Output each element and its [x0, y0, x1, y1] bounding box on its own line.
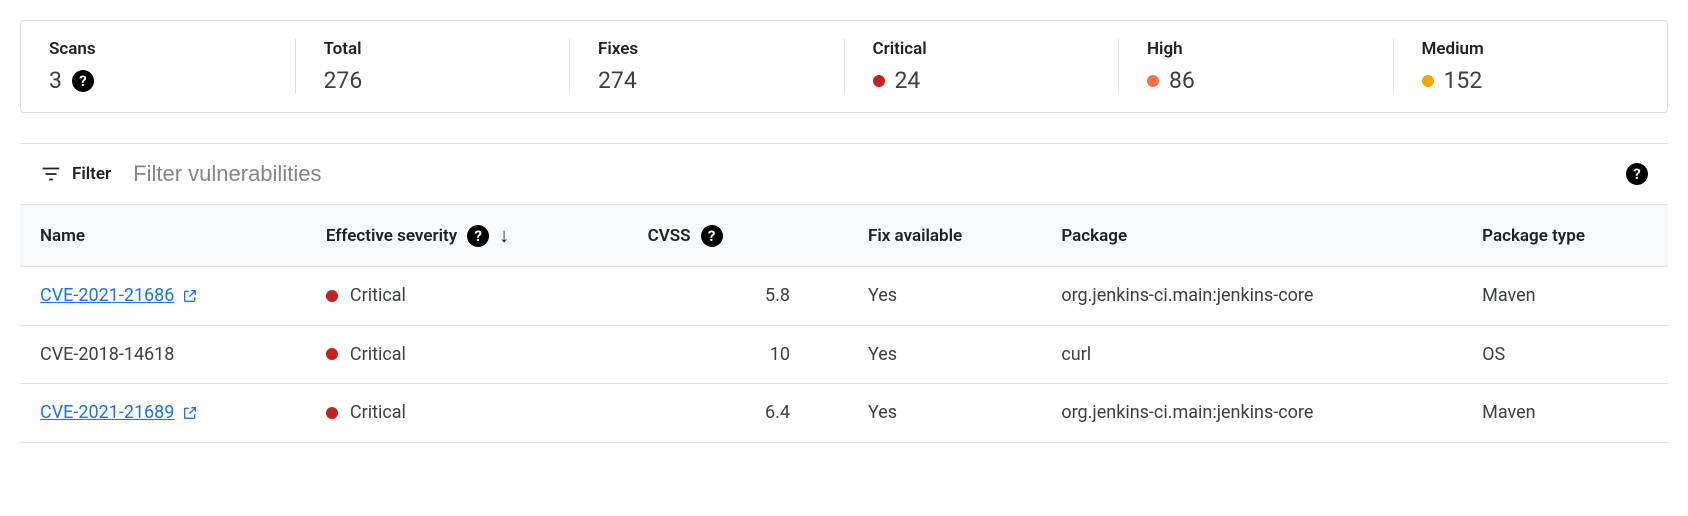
external-link-icon	[182, 288, 198, 304]
filter-bar: Filter ?	[20, 143, 1668, 205]
cve-link[interactable]: CVE-2021-21686	[40, 285, 198, 306]
severity-text: Critical	[350, 344, 406, 365]
severity-dot-icon	[326, 407, 338, 419]
cvss-value: 10	[628, 325, 848, 384]
summary-total-label: Total	[324, 39, 542, 59]
table-row: CVE-2021-21686 Critical 5.8Yesorg.jenkins-…	[20, 267, 1668, 326]
summary-medium: Medium 152	[1394, 39, 1668, 94]
summary-fixes-value: 274	[598, 67, 637, 94]
fix-available: Yes	[848, 384, 1041, 443]
summary-critical: Critical 24	[845, 39, 1120, 94]
summary-medium-value: 152	[1444, 67, 1483, 94]
cve-text: CVE-2018-14618	[40, 344, 174, 365]
col-header-package[interactable]: Package	[1041, 205, 1462, 267]
summary-total: Total 276	[296, 39, 571, 94]
col-header-name[interactable]: Name	[20, 205, 306, 267]
medium-dot-icon	[1422, 75, 1434, 87]
help-icon[interactable]: ?	[72, 70, 94, 92]
table-row: CVE-2021-21689 Critical 6.4Yesorg.jenkins-…	[20, 384, 1668, 443]
col-header-ptype[interactable]: Package type	[1462, 205, 1668, 267]
summary-high: High 86	[1119, 39, 1394, 94]
critical-dot-icon	[873, 75, 885, 87]
summary-scans-value: 3	[49, 67, 62, 94]
summary-medium-label: Medium	[1422, 39, 1640, 59]
summary-card: Scans 3 ? Total 276 Fixes 274 Critical 2…	[20, 20, 1668, 113]
table-header-row: Name Effective severity ? ↓ CVSS ? Fix a…	[20, 205, 1668, 267]
cvss-value: 5.8	[628, 267, 848, 326]
external-link-icon	[182, 405, 198, 421]
filter-input[interactable]	[133, 161, 1614, 187]
high-dot-icon	[1147, 75, 1159, 87]
filter-icon	[40, 163, 62, 185]
package-name: org.jenkins-ci.main:jenkins-core	[1041, 267, 1462, 326]
package-type: OS	[1462, 325, 1668, 384]
col-header-severity[interactable]: Effective severity ? ↓	[306, 205, 628, 267]
package-name: curl	[1041, 325, 1462, 384]
help-icon[interactable]: ?	[701, 225, 723, 247]
col-header-cvss[interactable]: CVSS ?	[628, 205, 848, 267]
summary-high-value: 86	[1169, 67, 1195, 94]
help-icon[interactable]: ?	[467, 225, 489, 247]
fix-available: Yes	[848, 267, 1041, 326]
fix-available: Yes	[848, 325, 1041, 384]
summary-scans: Scans 3 ?	[21, 39, 296, 94]
package-name: org.jenkins-ci.main:jenkins-core	[1041, 384, 1462, 443]
summary-scans-label: Scans	[49, 39, 267, 59]
vulnerabilities-table: Name Effective severity ? ↓ CVSS ? Fix a…	[20, 205, 1668, 443]
severity-text: Critical	[350, 285, 406, 306]
severity-dot-icon	[326, 348, 338, 360]
summary-high-label: High	[1147, 39, 1365, 59]
summary-fixes-label: Fixes	[598, 39, 816, 59]
summary-total-value: 276	[324, 67, 363, 94]
table-row: CVE-2018-14618 Critical 10YescurlOS	[20, 325, 1668, 384]
summary-critical-value: 24	[895, 67, 921, 94]
help-icon[interactable]: ?	[1626, 163, 1648, 185]
package-type: Maven	[1462, 267, 1668, 326]
filter-label: Filter	[72, 164, 111, 184]
cvss-value: 6.4	[628, 384, 848, 443]
severity-dot-icon	[326, 290, 338, 302]
severity-text: Critical	[350, 402, 406, 423]
sort-down-icon[interactable]: ↓	[499, 223, 509, 248]
summary-fixes: Fixes 274	[570, 39, 845, 94]
package-type: Maven	[1462, 384, 1668, 443]
cve-link[interactable]: CVE-2021-21689	[40, 402, 198, 423]
summary-critical-label: Critical	[873, 39, 1091, 59]
col-header-fix[interactable]: Fix available	[848, 205, 1041, 267]
